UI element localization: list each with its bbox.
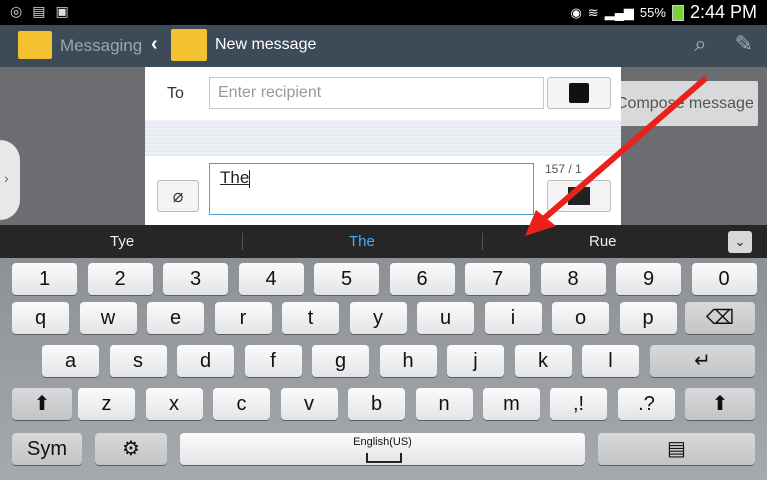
annotation-arrow: [525, 75, 708, 236]
